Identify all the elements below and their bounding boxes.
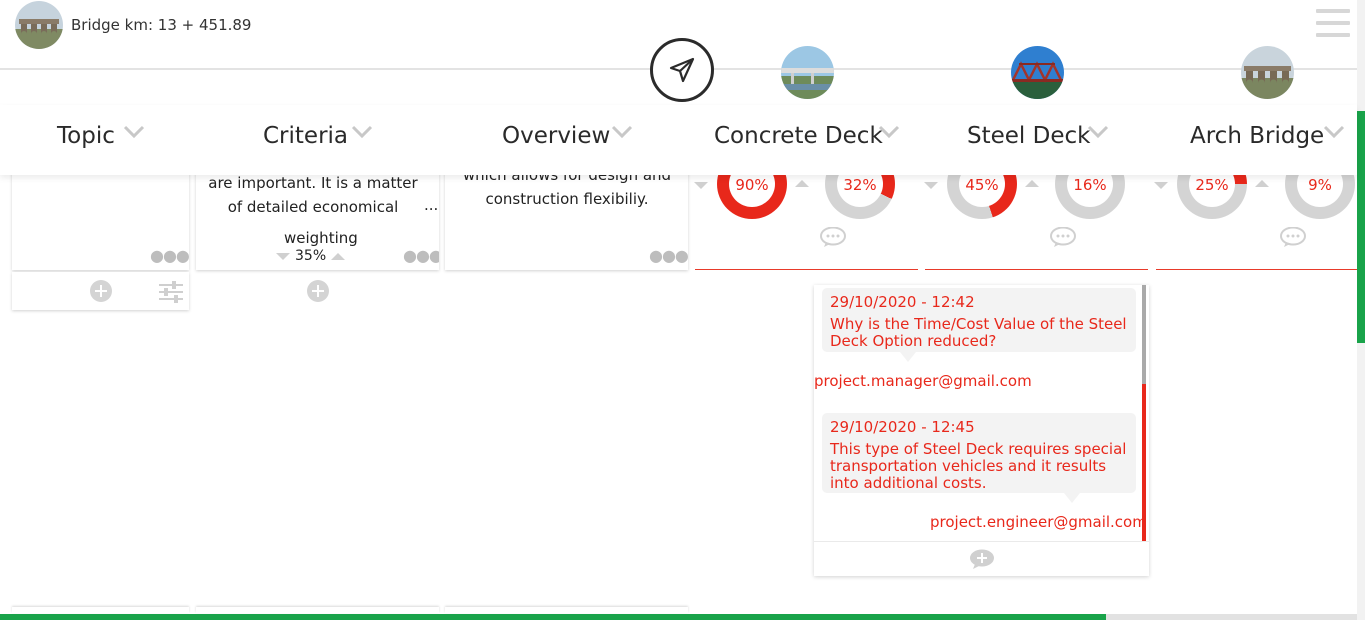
comment-icon[interactable] bbox=[1280, 227, 1306, 247]
bubble-tail bbox=[1064, 493, 1080, 503]
column-header-concrete-deck[interactable]: Concrete Deck bbox=[714, 123, 883, 149]
overview-text-line: construction flexibiliy. bbox=[485, 190, 649, 208]
criteria-ellipsis: ... bbox=[424, 196, 439, 214]
chevron-down-icon[interactable] bbox=[123, 125, 145, 139]
chevron-down-icon[interactable] bbox=[1323, 125, 1345, 139]
send-paper-plane-icon bbox=[669, 57, 695, 83]
steel-bridge-photo-icon bbox=[1011, 46, 1064, 99]
column-header-row: Topic Criteria Overview Concrete Deck St… bbox=[0, 105, 1357, 175]
column-header-arch-bridge[interactable]: Arch Bridge bbox=[1190, 123, 1324, 149]
chevron-down-icon[interactable] bbox=[351, 125, 373, 139]
page-vertical-scrollbar[interactable] bbox=[1357, 0, 1365, 620]
arch-bridge-photo-icon bbox=[1241, 46, 1294, 99]
arch-bridge-avatar[interactable] bbox=[1241, 46, 1294, 99]
add-criteria-icon[interactable] bbox=[307, 280, 329, 302]
increase-arrow-icon[interactable] bbox=[331, 252, 346, 260]
comment-bubble: 29/10/2020 - 12:42 Why is the Time/Cost … bbox=[822, 288, 1136, 352]
chevron-down-icon[interactable] bbox=[878, 125, 900, 139]
decrease-arrow-icon[interactable] bbox=[276, 252, 290, 260]
comment-text: This type of Steel Deck requires special… bbox=[830, 440, 1127, 492]
score-percent: 25% bbox=[1195, 176, 1229, 194]
scrollbar-thumb[interactable] bbox=[1357, 111, 1365, 343]
comments-scrollbar[interactable] bbox=[1142, 285, 1146, 541]
chevron-down-icon[interactable] bbox=[1087, 125, 1109, 139]
decrease-arrow-icon[interactable] bbox=[924, 182, 938, 189]
column-header-steel-deck[interactable]: Steel Deck bbox=[967, 123, 1090, 149]
weighting-value: 35% bbox=[295, 248, 327, 264]
comment-text: Why is the Time/Cost Value of the Steel … bbox=[830, 315, 1127, 350]
decrease-arrow-icon[interactable] bbox=[694, 182, 708, 189]
comment-icon[interactable] bbox=[1050, 227, 1076, 247]
comment-date: 29/10/2020 - 12:45 bbox=[830, 418, 975, 436]
comment-footer bbox=[814, 541, 1149, 576]
topic-actions-card bbox=[12, 272, 189, 310]
comment-author[interactable]: project.engineer@gmail.com bbox=[930, 513, 1147, 531]
increase-arrow-icon[interactable] bbox=[795, 180, 809, 187]
column-header-overview[interactable]: Overview bbox=[502, 123, 610, 149]
topic-card[interactable]: ●●● bbox=[12, 160, 189, 270]
comments-panel: 29/10/2020 - 12:42 Why is the Time/Cost … bbox=[814, 285, 1149, 576]
weighting-stepper[interactable]: 35% bbox=[276, 248, 346, 264]
column-header-topic[interactable]: Topic bbox=[57, 123, 115, 149]
bubble-tail bbox=[900, 352, 916, 362]
steel-deck-avatar[interactable] bbox=[1011, 46, 1064, 99]
bridge-location-label: Bridge km: 13 + 451.89 bbox=[71, 16, 252, 34]
add-topic-icon[interactable] bbox=[90, 280, 112, 302]
score-percent: 32% bbox=[843, 176, 877, 194]
progress-fill bbox=[0, 614, 1106, 620]
concrete-deck-avatar[interactable] bbox=[781, 46, 834, 99]
chevron-down-icon[interactable] bbox=[611, 125, 633, 139]
progress-bar bbox=[0, 614, 1357, 620]
weighting-label: weighting bbox=[282, 229, 360, 247]
next-row-card-stub bbox=[12, 607, 189, 613]
comment-date: 29/10/2020 - 12:42 bbox=[830, 293, 975, 311]
send-button[interactable] bbox=[650, 38, 714, 102]
increase-arrow-icon[interactable] bbox=[1025, 180, 1039, 187]
more-options-icon[interactable]: ●●● bbox=[150, 246, 189, 265]
sliders-settings-icon[interactable] bbox=[158, 281, 184, 303]
score-percent: 16% bbox=[1073, 176, 1107, 194]
comment-bubble: 29/10/2020 - 12:45 This type of Steel De… bbox=[822, 413, 1136, 493]
comment-list[interactable]: 29/10/2020 - 12:42 Why is the Time/Cost … bbox=[814, 285, 1149, 541]
next-row-card-stub bbox=[196, 607, 439, 613]
column-header-criteria[interactable]: Criteria bbox=[263, 123, 348, 149]
project-avatar[interactable] bbox=[15, 1, 63, 49]
criteria-text-line: of detailed economical bbox=[227, 198, 399, 216]
comment-author[interactable]: project.manager@gmail.com bbox=[814, 372, 1032, 390]
more-options-icon[interactable]: ●●● bbox=[403, 246, 439, 265]
comment-icon[interactable] bbox=[820, 227, 846, 247]
more-options-icon[interactable]: ●●● bbox=[649, 246, 688, 265]
decrease-arrow-icon[interactable] bbox=[1154, 182, 1168, 189]
concrete-bridge-photo-icon bbox=[781, 46, 834, 99]
arch-bridge-photo-icon bbox=[15, 1, 63, 49]
hamburger-menu-icon[interactable] bbox=[1316, 9, 1350, 39]
score-percent: 45% bbox=[965, 176, 999, 194]
score-percent: 9% bbox=[1308, 176, 1332, 194]
increase-arrow-icon[interactable] bbox=[1255, 180, 1269, 187]
next-row-card-stub bbox=[445, 607, 688, 613]
add-comment-icon[interactable] bbox=[969, 549, 995, 569]
score-percent: 90% bbox=[735, 176, 769, 194]
